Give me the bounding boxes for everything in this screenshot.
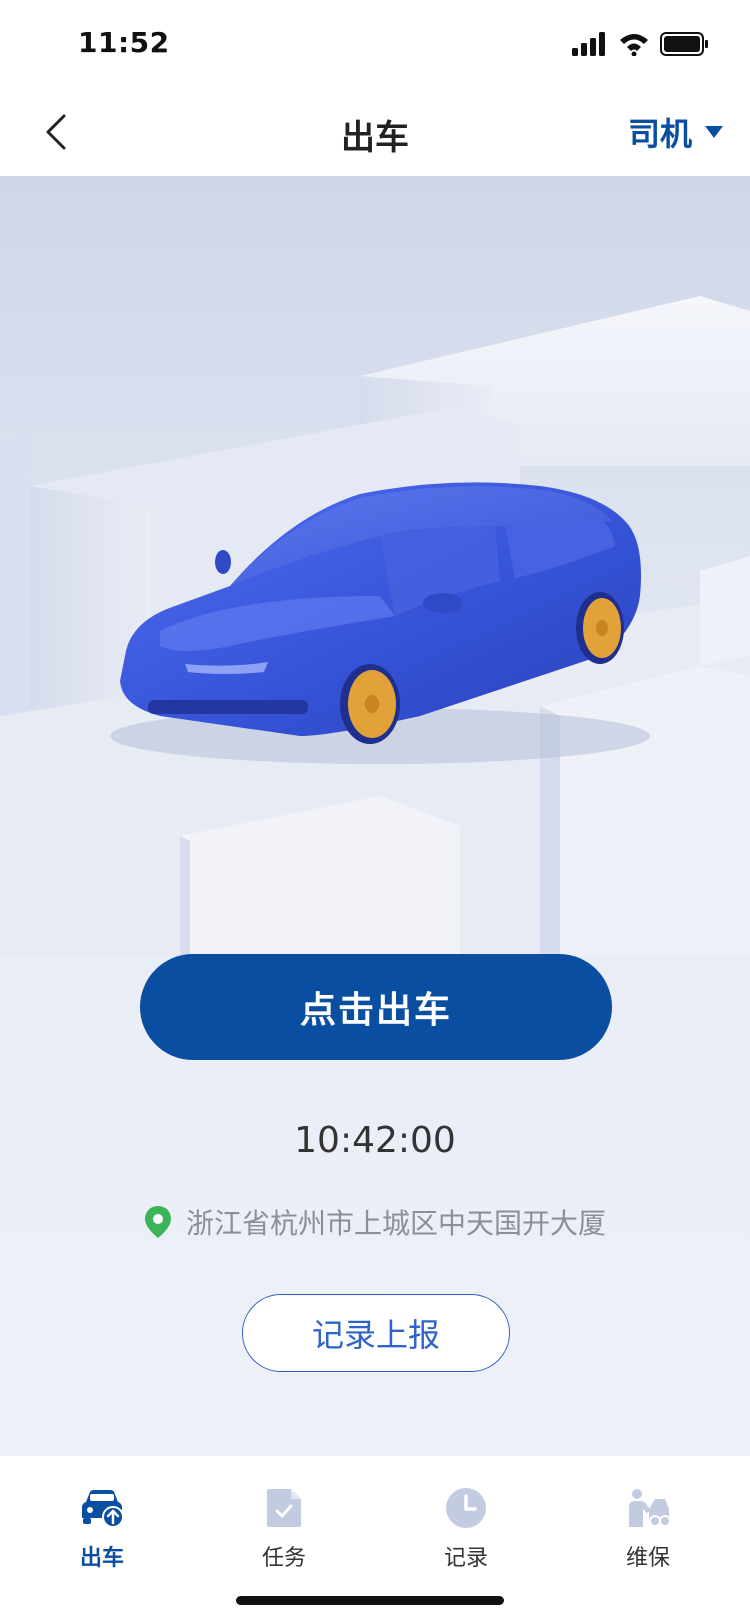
signal-icon: [572, 32, 605, 56]
tab-depart[interactable]: 出车: [42, 1484, 162, 1574]
clock-icon: [446, 1488, 486, 1528]
home-indicator: [236, 1596, 504, 1605]
triangle-down-icon: [705, 126, 723, 138]
current-time: 10:42:00: [294, 1120, 456, 1161]
tab-maintenance-label: 维保: [625, 1546, 670, 1571]
depart-button[interactable]: 点击出车: [140, 954, 612, 1060]
battery-icon: [660, 32, 708, 56]
nav-bar: 出车 司机: [0, 88, 750, 176]
tab-bar: 出车 任务 记录 维保: [0, 1456, 750, 1624]
car-illustration: [0, 296, 750, 956]
location-row: 浙江省杭州市上城区中天国开大厦: [0, 1202, 750, 1242]
role-label: 司机: [627, 115, 692, 153]
tab-maintenance[interactable]: 维保: [588, 1484, 708, 1574]
wifi-icon: [620, 34, 648, 56]
tab-task-label: 任务: [261, 1546, 306, 1571]
tab-task[interactable]: 任务: [224, 1484, 344, 1574]
car-depart-icon: [82, 1490, 124, 1528]
tab-depart-label: 出车: [79, 1546, 124, 1571]
task-doc-icon: [267, 1489, 301, 1527]
maintenance-icon: [629, 1489, 671, 1527]
role-dropdown[interactable]: 司机: [628, 108, 724, 156]
report-button[interactable]: 记录上报: [242, 1294, 510, 1372]
tab-record[interactable]: 记录: [406, 1484, 526, 1574]
status-time: 11:52: [78, 26, 170, 59]
hero-area: 点击出车 10:42:00 浙江省杭州市上城区中天国开大厦 记录上报: [0, 176, 750, 1456]
status-bar: 11:52: [0, 0, 750, 88]
location-pin-icon: [144, 1206, 171, 1238]
tab-record-label: 记录: [443, 1546, 488, 1571]
status-icons: [572, 30, 710, 58]
location-address: 浙江省杭州市上城区中天国开大厦: [185, 1207, 606, 1240]
